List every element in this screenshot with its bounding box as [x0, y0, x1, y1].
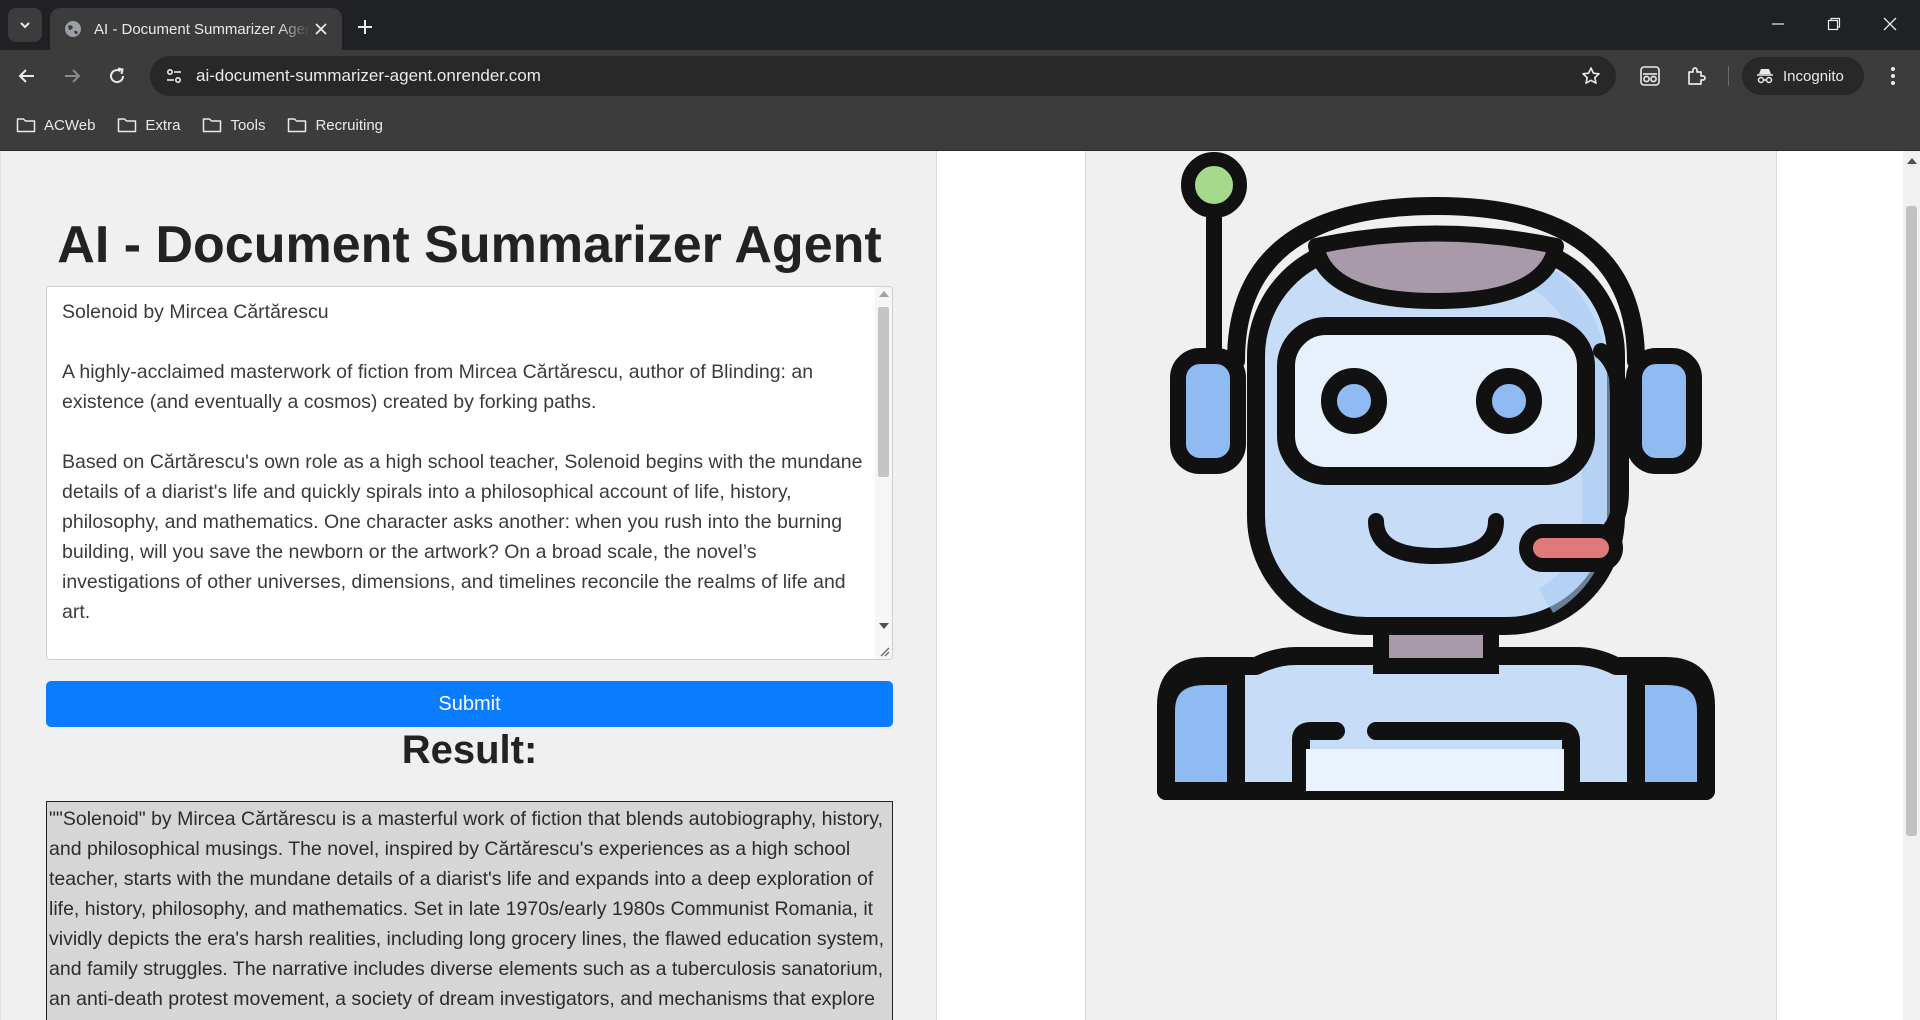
new-tab-button[interactable] — [350, 12, 380, 42]
url-text[interactable]: ai-document-summarizer-agent.onrender.co… — [196, 66, 1576, 86]
scroll-up-arrow-icon[interactable] — [1907, 158, 1917, 164]
reload-icon — [110, 67, 125, 84]
close-icon — [315, 23, 327, 35]
globe-icon — [65, 21, 81, 37]
result-text: ""Solenoid" by Mircea Cărtărescu is a ma… — [49, 808, 885, 1020]
star-icon — [1582, 67, 1600, 84]
robot-assistant-icon — [1157, 152, 1715, 800]
bookmark-folder-recruiting[interactable]: Recruiting — [287, 117, 383, 134]
bookmark-folder-tools[interactable]: Tools — [202, 117, 265, 134]
textarea-scrollbar[interactable] — [875, 287, 892, 659]
browser-menu-button[interactable] — [1876, 59, 1910, 93]
submit-button[interactable]: Submit — [46, 681, 893, 727]
summarizer-panel: AI - Document Summarizer Agent Solenoid … — [0, 151, 937, 1020]
arrow-left-icon — [18, 69, 34, 83]
bookmark-label: Extra — [145, 116, 181, 134]
puzzle-icon — [1688, 67, 1706, 85]
minimize-icon — [1772, 23, 1784, 25]
incognito-label: Incognito — [1783, 67, 1844, 85]
more-vert-icon — [1891, 67, 1895, 85]
incognito-glasses-icon — [1640, 66, 1660, 86]
document-text[interactable]: Solenoid by Mircea Cărtărescu A highly-a… — [62, 297, 872, 627]
bookmark-label: Tools — [230, 116, 266, 134]
textarea-scroll-thumb[interactable] — [878, 307, 889, 477]
folder-icon — [203, 118, 222, 133]
bookmark-star-button[interactable] — [1576, 61, 1606, 91]
bookmark-label: Recruiting — [315, 116, 383, 134]
scroll-down-arrow-icon[interactable] — [879, 623, 889, 629]
close-window-button[interactable] — [1862, 0, 1918, 48]
folder-icon — [118, 118, 137, 133]
forward-button[interactable] — [55, 59, 89, 93]
browser-toolbar: ai-document-summarizer-agent.onrender.co… — [0, 50, 1920, 100]
site-info-icon[interactable] — [164, 66, 184, 86]
bookmark-label: ACWeb — [44, 116, 96, 134]
folder-icon — [288, 118, 307, 133]
page-scroll-thumb[interactable] — [1906, 206, 1917, 836]
bookmark-folder-acweb[interactable]: ACWeb — [16, 117, 95, 134]
extensions-button[interactable] — [1679, 59, 1713, 93]
bookmarks-bar: ACWeb Extra Tools Recruiting — [0, 100, 1920, 151]
resize-handle-icon[interactable] — [878, 645, 890, 657]
plus-icon — [358, 20, 372, 34]
result-heading: Result: — [401, 728, 538, 772]
result-output: ""Solenoid" by Mircea Cărtărescu is a ma… — [46, 801, 893, 1020]
page-viewport: AI - Document Summarizer Agent Solenoid … — [0, 151, 1920, 1020]
folder-icon — [16, 118, 36, 133]
tab-close-button[interactable] — [310, 18, 332, 40]
restore-button[interactable] — [1806, 0, 1862, 48]
page-scrollbar[interactable] — [1903, 151, 1920, 1020]
chevron-down-icon — [20, 22, 30, 29]
robot-panel — [1085, 151, 1777, 1020]
reload-button[interactable] — [100, 59, 134, 93]
toolbar-separator — [1728, 66, 1729, 86]
document-textarea[interactable]: Solenoid by Mircea Cărtărescu A highly-a… — [46, 286, 893, 660]
arrow-right-icon — [65, 69, 81, 83]
page-title: AI - Document Summarizer Agent — [57, 216, 882, 274]
restore-icon — [1827, 17, 1841, 31]
browser-tab[interactable]: AI - Document Summarizer Agent — [50, 8, 342, 50]
incognito-icon — [1757, 69, 1773, 84]
bookmark-folder-extra[interactable]: Extra — [117, 117, 180, 134]
scroll-up-arrow-icon[interactable] — [879, 291, 889, 297]
tab-title: AI - Document Summarizer Agent — [94, 20, 310, 38]
tab-strip: AI - Document Summarizer Agent — [0, 0, 1920, 50]
back-button[interactable] — [10, 59, 44, 93]
address-bar[interactable]: ai-document-summarizer-agent.onrender.co… — [150, 56, 1616, 96]
minimize-button[interactable] — [1750, 0, 1806, 48]
close-icon — [1883, 17, 1897, 31]
reading-mode-button[interactable] — [1633, 59, 1667, 93]
incognito-indicator[interactable]: Incognito — [1742, 57, 1864, 95]
tab-search-button[interactable] — [8, 8, 42, 42]
